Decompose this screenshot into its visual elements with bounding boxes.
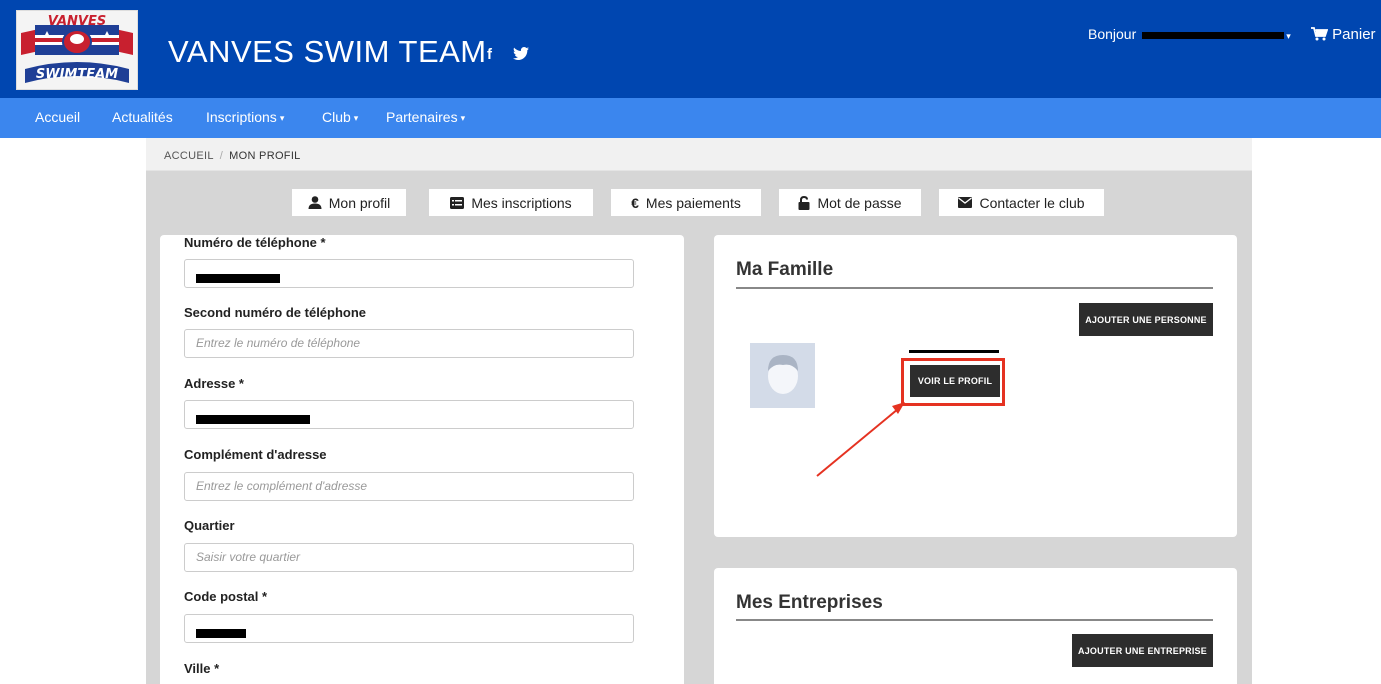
- tab-label: Mon profil: [328, 194, 391, 211]
- companies-card: Mes Entreprises AJOUTER UNE ENTREPRISE: [714, 568, 1237, 684]
- redacted-user-name: [1142, 31, 1285, 39]
- nav-partenaires[interactable]: Partenaires ▾: [386, 109, 465, 125]
- add-company-button[interactable]: AJOUTER UNE ENTREPRISE: [1072, 634, 1213, 667]
- family-card: Ma Famille AJOUTER UNE PERSONNE VOIR LE …: [714, 235, 1237, 537]
- tab-mon-profil[interactable]: Mon profil: [292, 189, 406, 216]
- list-icon: [450, 196, 465, 209]
- postcode-field[interactable]: [184, 614, 634, 643]
- cart-label: Panier: [1332, 26, 1376, 43]
- breadcrumb: ACCUEIL / MON PROFIL: [146, 138, 1252, 171]
- add-person-button[interactable]: AJOUTER UNE PERSONNE: [1079, 303, 1213, 336]
- redacted-value: [196, 273, 280, 283]
- main-nav: Accueil Actualités Inscriptions ▾ Club ▾ P…: [0, 98, 1381, 138]
- address-label: Adresse *: [184, 376, 244, 391]
- nav-actualites[interactable]: Actualités: [112, 109, 173, 125]
- nav-label: Partenaires: [386, 109, 458, 125]
- facebook-icon[interactable]: f: [487, 46, 492, 63]
- postcode-label: Code postal *: [184, 589, 268, 604]
- site-header: VANVES SWIMTEAM VANVES SWIM TEAM f Bonjo…: [0, 0, 1381, 98]
- nav-accueil[interactable]: Accueil: [35, 109, 80, 125]
- svg-text:VANVES: VANVES: [48, 14, 106, 29]
- envelope-icon: [958, 197, 973, 208]
- nav-label: Actualités: [112, 109, 173, 125]
- cart-icon: [1311, 27, 1329, 41]
- euro-icon: €: [631, 194, 639, 211]
- breadcrumb-current: MON PROFIL: [229, 150, 301, 162]
- lock-icon: [798, 195, 810, 210]
- address2-field[interactable]: Entrez le complément d'adresse: [184, 472, 634, 501]
- divider: [736, 619, 1213, 621]
- phone-label: Numéro de téléphone *: [184, 235, 326, 250]
- cart-link[interactable]: Panier: [1311, 26, 1376, 43]
- club-logo[interactable]: VANVES SWIMTEAM: [16, 10, 138, 90]
- breadcrumb-home[interactable]: ACCUEIL: [164, 150, 214, 162]
- address-field[interactable]: [184, 400, 634, 429]
- user-icon: [308, 196, 322, 209]
- phone2-field[interactable]: Entrez le numéro de téléphone: [184, 329, 634, 358]
- redacted-value: [196, 628, 246, 638]
- chevron-down-icon: ▾: [1286, 31, 1291, 41]
- highlight-box: [901, 358, 1005, 406]
- family-title: Ma Famille: [736, 259, 834, 280]
- nav-inscriptions[interactable]: Inscriptions ▾: [206, 109, 284, 125]
- redacted-member-name: [909, 350, 999, 353]
- district-field[interactable]: Saisir votre quartier: [184, 543, 634, 572]
- avatar-placeholder-icon: [768, 355, 798, 394]
- user-greeting[interactable]: Bonjour ▾: [1088, 26, 1291, 42]
- tab-label: Mes inscriptions: [471, 194, 572, 211]
- city-label: Ville *: [184, 661, 220, 676]
- tab-mot-de-passe[interactable]: Mot de passe: [779, 189, 921, 216]
- greeting-text: Bonjour: [1088, 26, 1137, 42]
- phone2-label: Second numéro de téléphone: [184, 305, 367, 320]
- nav-club[interactable]: Club ▾: [322, 109, 358, 125]
- companies-title: Mes Entreprises: [736, 592, 883, 613]
- caret-down-icon: ▾: [279, 112, 285, 123]
- twitter-icon[interactable]: [513, 47, 529, 64]
- tab-label: Mes paiements: [645, 194, 741, 211]
- nav-label: Inscriptions: [206, 109, 277, 125]
- redacted-value: [196, 414, 310, 424]
- caret-down-icon: ▾: [353, 112, 359, 123]
- caret-down-icon: ▾: [460, 112, 466, 123]
- address2-label: Complément d'adresse: [184, 447, 327, 462]
- nav-label: Accueil: [35, 109, 81, 125]
- tab-mes-inscriptions[interactable]: Mes inscriptions: [429, 189, 593, 216]
- member-avatar[interactable]: [750, 343, 815, 408]
- tab-label: Mot de passe: [817, 194, 902, 211]
- logo-emblem-icon: VANVES SWIMTEAM: [21, 14, 133, 83]
- profile-panel: ACCUEIL / MON PROFIL Mon profil Mes inscri…: [146, 138, 1252, 684]
- divider: [736, 287, 1213, 289]
- site-title[interactable]: VANVES SWIM TEAM: [168, 34, 487, 70]
- tab-contacter-le-club[interactable]: Contacter le club: [939, 189, 1104, 216]
- district-label: Quartier: [184, 518, 235, 533]
- breadcrumb-separator: /: [219, 150, 224, 162]
- tab-label: Contacter le club: [979, 194, 1085, 211]
- phone-field[interactable]: [184, 259, 634, 288]
- profile-form-card: Numéro de téléphone * Second numéro de t…: [160, 235, 684, 684]
- svg-text:SWIMTEAM: SWIMTEAM: [36, 67, 118, 82]
- nav-label: Club: [322, 109, 351, 125]
- tab-mes-paiements[interactable]: € Mes paiements: [611, 189, 761, 216]
